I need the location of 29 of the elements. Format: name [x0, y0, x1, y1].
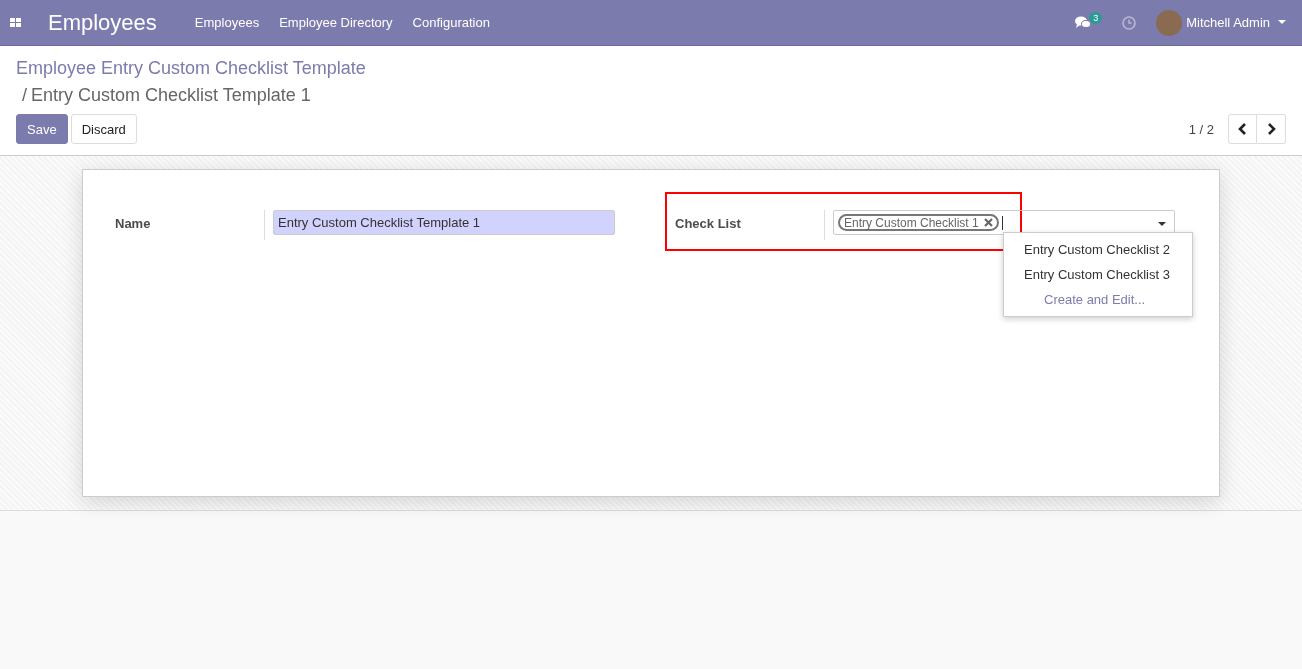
pager-counter: 1 / 2 — [1188, 121, 1214, 137]
create-and-edit-link[interactable]: Create and Edit... — [1004, 287, 1192, 312]
save-button[interactable]: Save — [16, 114, 68, 144]
menu-item[interactable]: Employee Directory — [279, 15, 393, 30]
text-cursor — [1001, 215, 1003, 230]
chevron-left-icon — [1238, 123, 1247, 135]
breadcrumb-current: Entry Custom Checklist Template 1 — [31, 85, 311, 106]
user-name[interactable]: Mitchell Admin — [1186, 15, 1270, 30]
breadcrumb-link[interactable]: Employee Entry Custom Checklist Template — [16, 58, 366, 79]
discard-button[interactable]: Discard — [70, 114, 137, 144]
field-label: Check List — [675, 210, 825, 240]
chat-icon[interactable] — [1075, 15, 1092, 30]
caret-icon[interactable] — [1158, 222, 1166, 227]
remove-icon[interactable] — [983, 218, 993, 227]
chevron-right-icon — [1266, 123, 1276, 135]
breadcrumb-separator: / — [22, 85, 27, 106]
message-count-badge: 3 — [1089, 11, 1103, 24]
apps-grid-icon[interactable] — [10, 17, 22, 28]
clock-icon[interactable] — [1122, 15, 1137, 30]
tag-label: Entry Custom Checklist 1 — [844, 215, 979, 230]
previous-button[interactable] — [1228, 114, 1257, 144]
next-button[interactable] — [1257, 114, 1286, 144]
menu-item[interactable]: Configuration — [412, 15, 490, 30]
field-label: Name — [115, 210, 265, 240]
dropdown-item[interactable]: Entry Custom Checklist 3 — [1004, 262, 1192, 287]
name-input[interactable]: Entry Custom Checklist Template 1 — [273, 210, 615, 235]
dropdown-item[interactable]: Entry Custom Checklist 2 — [1004, 237, 1192, 262]
menu-item[interactable]: Employees — [194, 15, 260, 30]
app-title[interactable]: Employees — [48, 9, 157, 36]
